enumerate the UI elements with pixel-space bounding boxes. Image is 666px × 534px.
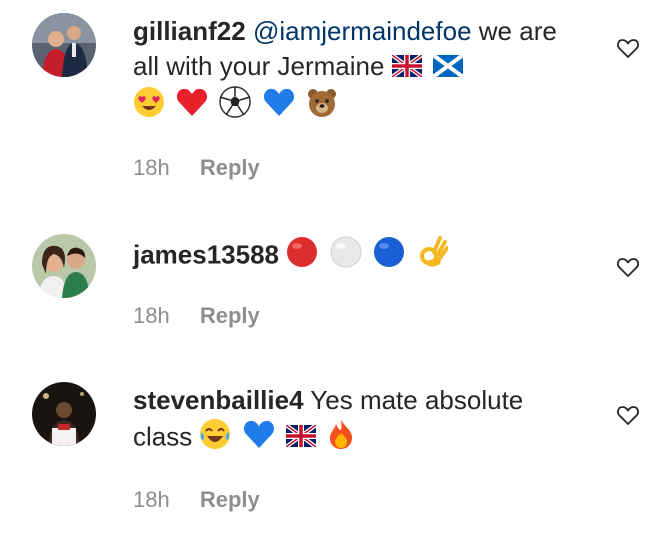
avatar[interactable] bbox=[32, 13, 96, 77]
comment-meta: 18h Reply bbox=[133, 303, 260, 329]
comment-timestamp: 18h bbox=[133, 155, 170, 180]
like-heart-icon[interactable] bbox=[616, 403, 640, 427]
bear-icon bbox=[306, 86, 338, 127]
avatar[interactable] bbox=[32, 234, 96, 298]
ok-hand-icon bbox=[416, 234, 449, 279]
red-heart-icon bbox=[176, 87, 208, 126]
soccer-ball-icon bbox=[219, 85, 252, 127]
red-circle-icon bbox=[286, 236, 318, 277]
comment-timestamp: 18h bbox=[133, 303, 170, 328]
reply-button[interactable]: Reply bbox=[200, 155, 260, 180]
gb-flag-icon bbox=[390, 51, 423, 86]
reply-button[interactable]: Reply bbox=[200, 303, 260, 328]
heart-eyes-icon bbox=[133, 86, 165, 127]
comment-username[interactable]: stevenbaillie4 bbox=[133, 385, 304, 415]
comment-meta: 18h Reply bbox=[133, 487, 260, 513]
comment-username[interactable]: gillianf22 bbox=[133, 16, 246, 46]
comment-text: stevenbaillie4 Yes mate absolute class bbox=[133, 383, 573, 459]
blue-heart-icon bbox=[243, 419, 275, 458]
reply-button[interactable]: Reply bbox=[200, 487, 260, 512]
comment-text: gillianf22 @iamjermaindefoe we are all w… bbox=[133, 14, 573, 127]
like-heart-icon[interactable] bbox=[616, 255, 640, 279]
comment-text: james13588 bbox=[133, 234, 573, 279]
blue-heart-icon bbox=[263, 87, 295, 126]
scotland-flag-icon bbox=[431, 51, 465, 86]
comment-timestamp: 18h bbox=[133, 487, 170, 512]
gb-flag-icon bbox=[284, 421, 318, 456]
avatar[interactable] bbox=[32, 382, 96, 446]
blue-circle-icon bbox=[373, 236, 405, 277]
comment-username[interactable]: james13588 bbox=[133, 239, 279, 269]
tears-of-joy-icon bbox=[199, 418, 231, 459]
comment-meta: 18h Reply bbox=[133, 155, 260, 181]
like-heart-icon[interactable] bbox=[616, 36, 640, 60]
fire-icon bbox=[327, 418, 355, 459]
white-circle-icon bbox=[330, 236, 362, 277]
comment-mention[interactable]: @iamjermaindefoe bbox=[253, 16, 472, 46]
